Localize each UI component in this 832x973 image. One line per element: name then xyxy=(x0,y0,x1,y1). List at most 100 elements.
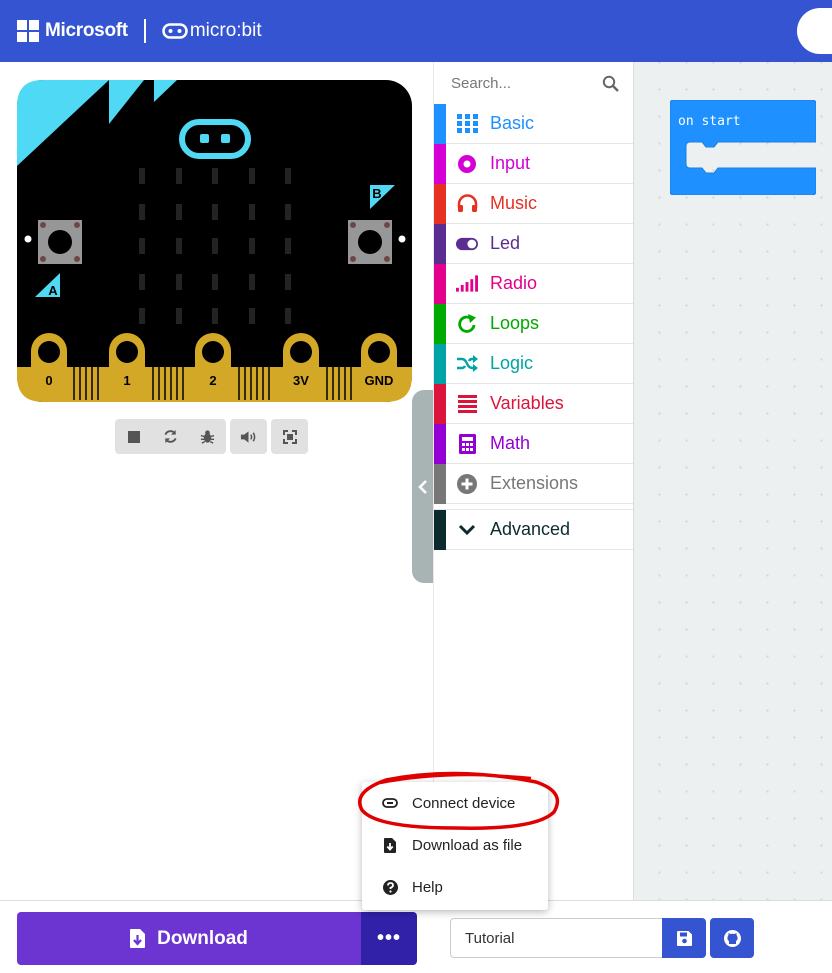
menu-item-help[interactable]: Help xyxy=(362,866,548,908)
category-label: Extensions xyxy=(490,473,579,493)
pin-label-gnd: GND xyxy=(365,373,394,388)
microbit-logo[interactable]: micro:bit xyxy=(162,20,262,42)
restart-button[interactable] xyxy=(152,419,189,454)
category-label: Variables xyxy=(490,393,564,413)
category-music[interactable]: Music xyxy=(434,184,633,224)
pin-label-3v: 3V xyxy=(293,373,309,388)
download-file-icon xyxy=(130,929,146,948)
pin-label-0: 0 xyxy=(45,373,52,388)
download-button[interactable]: Download xyxy=(17,912,361,965)
category-label: Radio xyxy=(490,273,538,293)
volume-icon xyxy=(240,430,256,443)
menu-item-download-as-file[interactable]: Download as file xyxy=(362,824,548,866)
microsoft-label: Microsoft xyxy=(45,20,128,41)
header-toggle[interactable] xyxy=(797,8,832,54)
save-icon xyxy=(676,930,692,946)
search-input[interactable]: Search... xyxy=(451,75,511,92)
button-a-label: A xyxy=(48,283,58,298)
volume-button[interactable] xyxy=(230,419,267,454)
github-button[interactable] xyxy=(710,918,754,958)
toggle-icon xyxy=(456,233,478,255)
category-label: Input xyxy=(490,153,531,173)
shuffle-icon xyxy=(456,353,478,375)
chevron-down-icon xyxy=(456,519,478,541)
category-label: Logic xyxy=(490,353,534,373)
list-icon xyxy=(456,393,478,415)
category-label: Music xyxy=(490,193,538,213)
sim-control-group-volume xyxy=(230,419,267,454)
category-color-bar xyxy=(434,264,446,304)
sim-control-group-main xyxy=(115,419,226,454)
github-icon xyxy=(723,929,741,947)
debug-button[interactable] xyxy=(189,419,226,454)
simulator-controls xyxy=(115,419,308,454)
button-b-label: B xyxy=(372,186,381,201)
category-color-bar xyxy=(434,424,446,464)
stop-icon xyxy=(127,430,140,443)
more-options-menu: Connect device Download as file Help xyxy=(362,782,548,910)
calculator-icon xyxy=(456,433,478,455)
category-color-bar xyxy=(434,510,446,550)
download-label: Download xyxy=(157,927,248,949)
category-label: Math xyxy=(490,433,531,453)
category-label: Led xyxy=(490,233,521,253)
restart-icon xyxy=(164,429,177,444)
link-icon xyxy=(382,795,398,811)
microsoft-logo-icon xyxy=(17,20,39,42)
button-b[interactable] xyxy=(348,220,392,264)
category-variables[interactable]: Variables xyxy=(434,384,633,424)
menu-item-label: Help xyxy=(412,878,443,896)
category-color-bar xyxy=(434,104,446,144)
menu-item-label: Connect device xyxy=(412,794,516,812)
category-color-bar xyxy=(434,464,446,504)
category-basic[interactable]: Basic xyxy=(434,104,633,144)
on-start-label: on start xyxy=(678,114,741,129)
category-logic[interactable]: Logic xyxy=(434,344,633,384)
category-loops[interactable]: Loops xyxy=(434,304,633,344)
project-name-input[interactable] xyxy=(450,918,662,958)
category-input[interactable]: Input xyxy=(434,144,633,184)
plus-icon xyxy=(456,473,478,495)
category-label: Loops xyxy=(490,313,540,333)
loop-icon xyxy=(456,313,478,335)
category-radio[interactable]: Radio xyxy=(434,264,633,304)
button-a[interactable] xyxy=(38,220,82,264)
category-math[interactable]: Math xyxy=(434,424,633,464)
collapse-simulator-tab[interactable] xyxy=(412,390,434,583)
category-extensions[interactable]: Extensions xyxy=(434,464,633,504)
fullscreen-icon xyxy=(282,429,297,444)
microsoft-logo[interactable]: Microsoft xyxy=(17,20,128,42)
menu-item-connect-device[interactable]: Connect device xyxy=(362,782,548,824)
save-button[interactable] xyxy=(662,918,706,958)
category-label: Basic xyxy=(490,113,535,133)
microbit-logo-icon xyxy=(162,23,188,39)
more-options-button[interactable]: ••• xyxy=(361,912,417,965)
microbit-board[interactable]: A B 0 1 2 3V GND xyxy=(17,80,412,402)
category-led[interactable]: Led xyxy=(434,224,633,264)
toolbox: Search... Basic Input Music Led Radio Lo… xyxy=(433,62,634,900)
microbit-label: micro:bit xyxy=(189,20,262,41)
stop-button[interactable] xyxy=(115,419,152,454)
input-icon xyxy=(456,153,478,175)
debug-icon xyxy=(200,430,215,444)
top-header: Microsoft micro:bit xyxy=(0,0,832,62)
help-icon xyxy=(382,879,398,895)
category-color-bar xyxy=(434,304,446,344)
pin-label-1: 1 xyxy=(123,373,130,388)
header-divider xyxy=(143,19,146,43)
chevron-left-icon xyxy=(418,479,427,494)
headphones-icon xyxy=(456,193,478,215)
category-color-bar xyxy=(434,344,446,384)
category-color-bar xyxy=(434,384,446,424)
fullscreen-button[interactable] xyxy=(271,419,308,454)
search-icon[interactable] xyxy=(602,75,619,92)
category-color-bar xyxy=(434,184,446,224)
bottom-toolbar: Download ••• xyxy=(0,900,832,973)
sim-control-group-fullscreen xyxy=(271,419,308,454)
category-label: Advanced xyxy=(490,519,571,539)
toolbox-search[interactable]: Search... xyxy=(434,62,633,104)
category-advanced[interactable]: Advanced xyxy=(434,510,633,550)
grid-icon xyxy=(456,113,478,135)
category-color-bar xyxy=(434,144,446,184)
signal-icon xyxy=(456,273,478,295)
